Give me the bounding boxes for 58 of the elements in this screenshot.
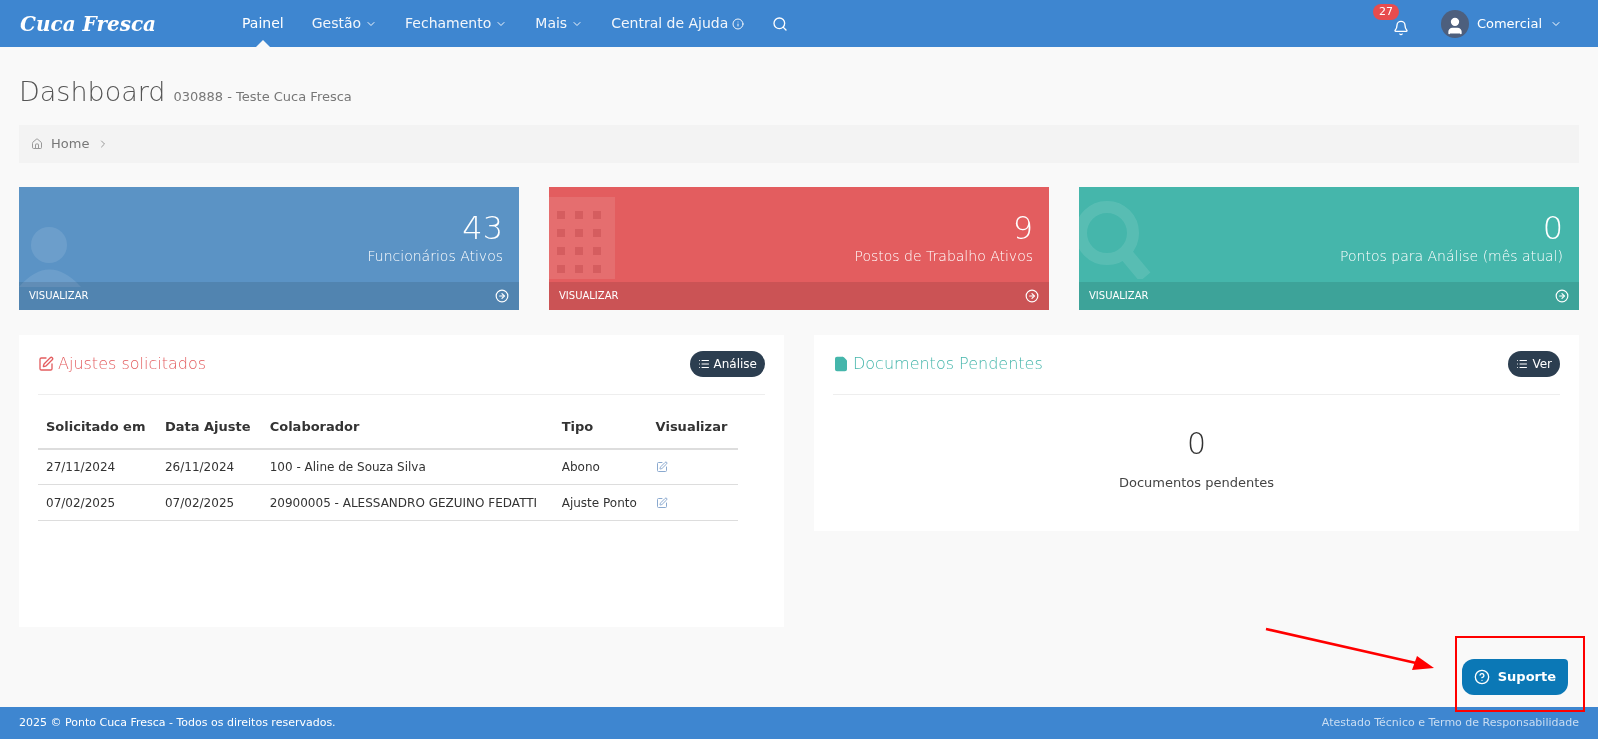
table-cell: 07/02/2025 (157, 484, 262, 521)
analysis-button[interactable]: Análise (689, 351, 765, 377)
stat-value: 9 (1012, 209, 1033, 246)
stat-label: Pontos para Análise (mês atual) (1340, 246, 1563, 266)
list-icon (697, 358, 710, 370)
stat-value: 43 (462, 209, 503, 246)
column-header: Solicitado em (38, 406, 157, 449)
column-header: Visualizar (647, 406, 738, 449)
brand-logo[interactable]: Cuca Fresca (20, 8, 157, 39)
column-header: Data Ajuste (157, 406, 262, 449)
table-cell: Ajuste Ponto (553, 484, 648, 521)
arrow-right-circle-icon (1555, 288, 1569, 303)
arrow-right-circle-icon (495, 288, 509, 303)
building-icon (549, 196, 615, 279)
table-cell: 26/11/2024 (157, 448, 262, 485)
visualize-link[interactable]: VISUALIZAR (549, 281, 1049, 310)
table-cell: 07/02/2025 (38, 484, 157, 521)
edit-icon[interactable] (655, 496, 668, 509)
nav-menu-item[interactable]: Fechamento (405, 0, 508, 47)
document-count: 0 (1186, 426, 1207, 461)
table-cell: 27/11/2024 (38, 448, 157, 485)
page-title: Dashboard (19, 75, 166, 109)
stat-label: Funcionários Ativos (367, 246, 503, 266)
edit-icon (38, 356, 54, 372)
document-icon (833, 356, 849, 372)
stat-label: Postos de Trabalho Ativos (854, 246, 1033, 266)
edit-icon[interactable] (655, 460, 668, 473)
column-header: Colaborador (261, 406, 554, 449)
table-cell: 20900005 - ALESSANDRO GEZUINO FEDATTI (261, 484, 554, 521)
table-cell: 100 - Aline de Souza Silva (261, 448, 554, 485)
arrow-right-circle-icon (1025, 288, 1039, 303)
nav-menu-item[interactable]: Gestão (311, 0, 378, 47)
user-menu[interactable]: Comercial (1440, 9, 1562, 38)
document-caption: Documentos pendentes (1118, 473, 1275, 492)
copyright-text: 2025 © Ponto Cuca Fresca - Todos os direitos reservados. (19, 714, 336, 731)
panel-title: Ajustes solicitados (58, 353, 207, 375)
view-button[interactable]: Ver (1508, 351, 1560, 377)
visualize-link[interactable]: VISUALIZAR (19, 281, 519, 310)
column-header: Tipo (553, 406, 648, 449)
stat-value: 0 (1542, 209, 1563, 246)
breadcrumb-link[interactable]: Home (51, 133, 90, 154)
bell-icon[interactable] (1392, 19, 1409, 36)
table-cell: Abono (553, 448, 648, 485)
notification-count: 27 (1372, 3, 1399, 20)
terms-link[interactable]: Atestado Técnico e Termo de Responsabilidade (1321, 714, 1579, 732)
nav-menu-item[interactable]: Painel (242, 0, 284, 47)
info-icon (732, 17, 745, 30)
support-button[interactable]: Suporte (1461, 659, 1568, 695)
help-icon (1473, 669, 1490, 685)
page-subtitle: 030888 - Teste Cuca Fresca (173, 88, 352, 106)
list-icon (1516, 358, 1529, 370)
nav-menu-item[interactable]: Mais (535, 0, 584, 47)
home-icon (31, 137, 43, 150)
panel-title: Documentos Pendentes (853, 353, 1043, 375)
visualize-link[interactable]: VISUALIZAR (1079, 281, 1579, 310)
nav-menu-item[interactable]: Central de Ajuda (611, 0, 745, 47)
search-icon[interactable] (772, 15, 789, 32)
avatar-icon (1440, 9, 1469, 38)
